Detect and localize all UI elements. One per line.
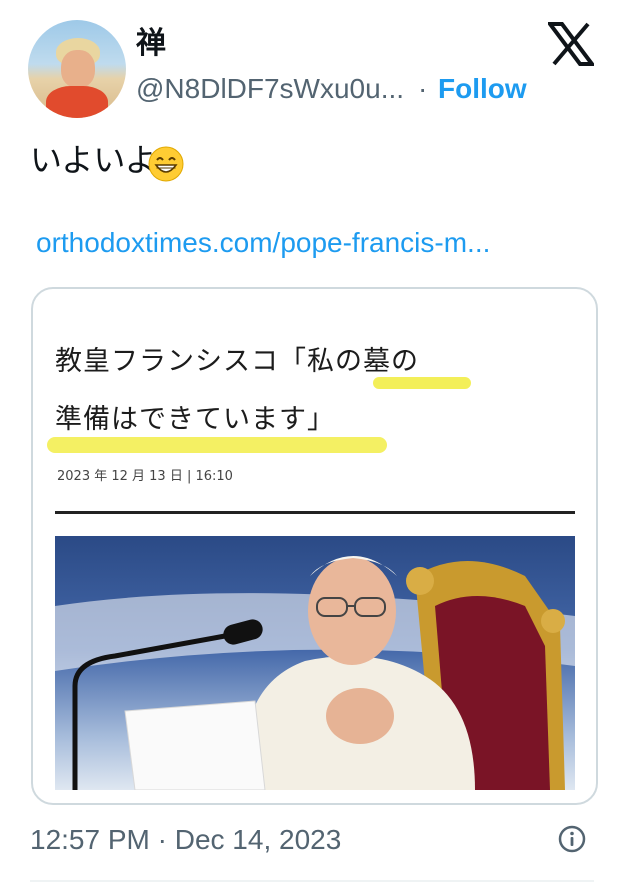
user-handle[interactable]: @N8DlDF7sWxu0u... — [136, 72, 404, 106]
tweet-embed: 禅 @N8DlDF7sWxu0u... · Follow いよいよ orthod… — [0, 0, 640, 888]
avatar[interactable] — [28, 20, 126, 118]
divider — [30, 880, 594, 882]
article-photo — [55, 536, 575, 790]
article-date: 2023 年 12 月 13 日 | 16:10 — [57, 469, 233, 484]
link-preview-card[interactable]: 教皇フランシスコ「私の墓の 準備はできています」 2023 年 12 月 13 … — [31, 287, 598, 805]
grinning-face-with-smiling-eyes-icon — [148, 146, 184, 182]
article-headline: 教皇フランシスコ「私の墓の 準備はできています」 — [55, 333, 419, 449]
tweet-text: いよいよ — [30, 141, 157, 179]
info-icon[interactable] — [557, 824, 587, 854]
separator-dot: · — [418, 73, 428, 104]
avatar-shirt — [46, 86, 108, 118]
follow-button[interactable]: Follow — [438, 72, 527, 106]
divider — [55, 511, 575, 514]
avatar-face — [61, 50, 95, 88]
tweet-timestamp[interactable]: 12:57 PM · Dec 14, 2023 — [30, 823, 341, 857]
headline-line-1: 教皇フランシスコ「私の墓の — [55, 346, 419, 377]
display-name[interactable]: 禅 — [136, 26, 166, 62]
x-logo-icon[interactable] — [548, 22, 594, 66]
article-link[interactable]: orthodoxtimes.com/pope-francis-m... — [36, 226, 490, 260]
headline-line-2: 準備はできています」 — [55, 404, 335, 435]
